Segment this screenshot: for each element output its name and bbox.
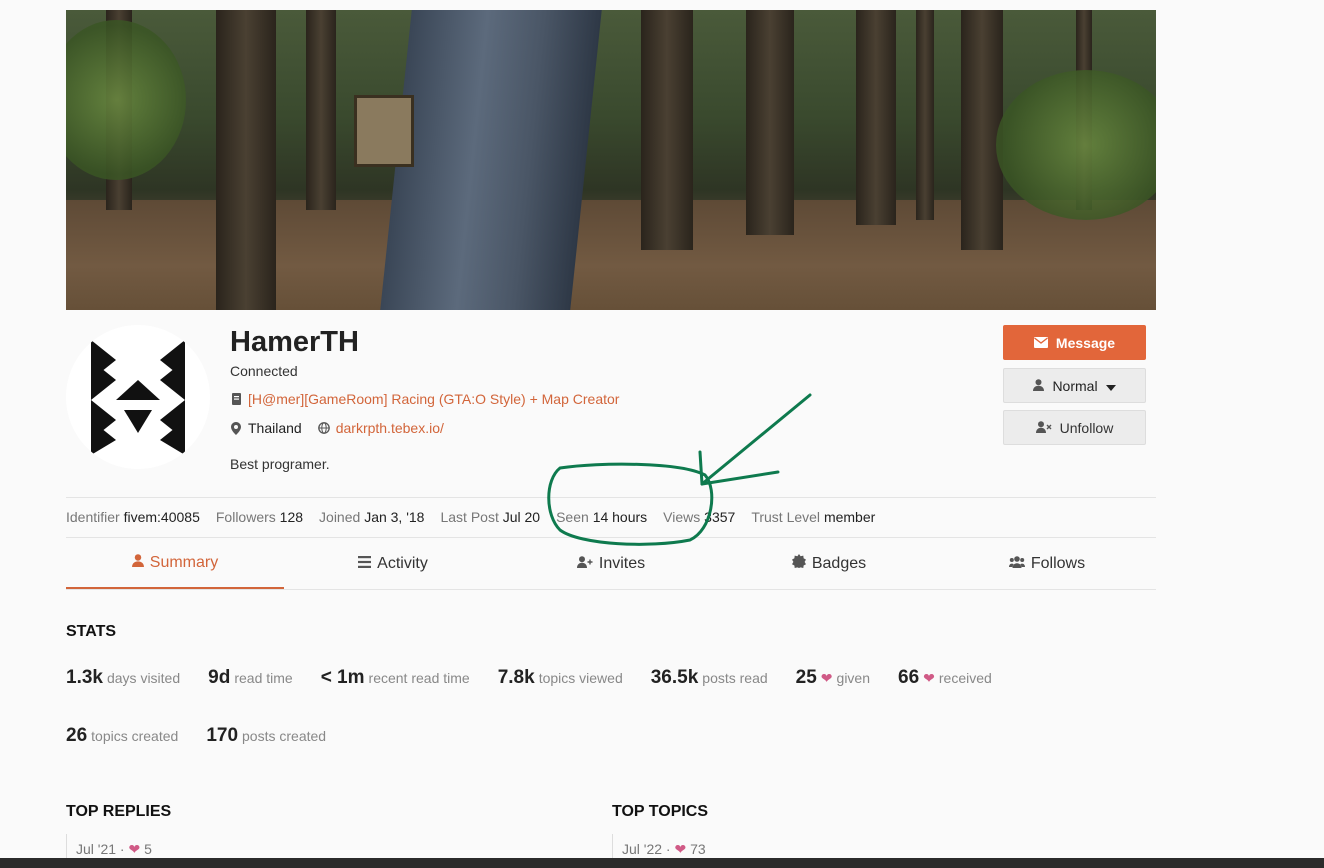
profile-meta-row: Identifier fivem:40085 Followers 128 Joi… bbox=[66, 497, 1156, 536]
tab-summary[interactable]: Summary bbox=[66, 538, 284, 589]
user-avatar[interactable] bbox=[66, 325, 210, 469]
top-replies-title: TOP REPLIES bbox=[66, 803, 172, 820]
heart-icon: ❤ bbox=[128, 841, 141, 857]
stat-posts-created[interactable]: 170 posts created bbox=[206, 725, 326, 747]
profile-location-line: Thailand darkrpth.tebex.io/ bbox=[230, 420, 444, 436]
envelope-icon bbox=[1033, 335, 1048, 351]
heart-icon: ❤ bbox=[820, 670, 833, 686]
stat-read-time: 9d read time bbox=[208, 667, 293, 688]
caret-down-icon bbox=[1105, 378, 1116, 394]
website-link[interactable]: darkrpth.tebex.io/ bbox=[336, 420, 444, 436]
stat-posts-read: 36.5k posts read bbox=[650, 667, 768, 688]
profile-bio: Best programer. bbox=[230, 456, 330, 472]
user-icon bbox=[131, 553, 144, 572]
tab-invites[interactable]: Invites bbox=[502, 538, 720, 589]
user-icon bbox=[1033, 378, 1045, 394]
stat-likes-received[interactable]: 66 ❤ received bbox=[898, 667, 992, 689]
annotation-arrow-shaft bbox=[700, 393, 812, 486]
meta-views: Views 3357 bbox=[663, 509, 736, 525]
map-marker-icon bbox=[230, 422, 242, 435]
users-icon bbox=[1008, 555, 1025, 573]
profile-username: HamerTH bbox=[230, 326, 359, 358]
stats-row-1: 1.3k days visited 9d read time < 1m recent … bbox=[66, 667, 992, 689]
tab-badges[interactable]: Badges bbox=[720, 538, 938, 589]
globe-icon bbox=[317, 422, 330, 434]
meta-last-post: Last Post Jul 20 bbox=[440, 509, 541, 525]
profile-server: [H@mer][GameRoom] Racing (GTA:O Style) +… bbox=[230, 391, 619, 407]
stats-row-2: 26 topics created 170 posts created bbox=[66, 725, 326, 747]
unfollow-button[interactable]: Unfollow bbox=[1003, 410, 1146, 445]
unfollow-button-label: Unfollow bbox=[1059, 419, 1114, 436]
user-times-icon bbox=[1035, 420, 1052, 436]
meta-identifier: Identifier fivem:40085 bbox=[66, 509, 200, 525]
notification-level-dropdown[interactable]: Normal bbox=[1003, 368, 1146, 403]
meta-followers[interactable]: Followers 128 bbox=[216, 509, 303, 525]
avatar-logo-icon bbox=[66, 325, 210, 469]
top-topics-title: TOP TOPICS bbox=[612, 803, 709, 820]
stat-topics-created[interactable]: 26 topics created bbox=[66, 725, 178, 747]
meta-seen: Seen 14 hours bbox=[556, 509, 648, 525]
stats-title: STATS bbox=[66, 623, 117, 640]
meta-trust-level: Trust Level member bbox=[751, 509, 876, 525]
stat-recent-read-time: < 1m recent read time bbox=[320, 667, 470, 688]
annotation-arrow-head bbox=[698, 450, 780, 486]
meta-joined: Joined Jan 3, '18 bbox=[319, 509, 425, 525]
stat-likes-given[interactable]: 25 ❤ given bbox=[796, 667, 870, 689]
list-icon bbox=[358, 555, 372, 573]
message-button[interactable]: Message bbox=[1003, 325, 1146, 360]
heart-icon: ❤ bbox=[923, 670, 935, 686]
stat-days-visited: 1.3k days visited bbox=[66, 667, 181, 688]
profile-tabs: Summary Activity Invites Badges Follows bbox=[66, 537, 1156, 590]
notification-level-label: Normal bbox=[1052, 377, 1098, 394]
user-plus-icon bbox=[576, 555, 593, 573]
book-icon bbox=[230, 393, 242, 405]
profile-title: Connected bbox=[230, 363, 298, 379]
os-taskbar bbox=[0, 858, 1324, 868]
tab-follows[interactable]: Follows bbox=[938, 538, 1156, 589]
server-link[interactable]: [H@mer][GameRoom] Racing (GTA:O Style) +… bbox=[248, 391, 619, 407]
tab-activity[interactable]: Activity bbox=[284, 538, 502, 589]
message-button-label: Message bbox=[1055, 334, 1116, 351]
profile-banner bbox=[66, 10, 1156, 310]
heart-icon: ❤ bbox=[674, 841, 687, 857]
stat-topics-viewed: 7.8k topics viewed bbox=[497, 667, 623, 688]
profile-location: Thailand bbox=[248, 420, 302, 436]
certificate-icon bbox=[791, 554, 806, 573]
